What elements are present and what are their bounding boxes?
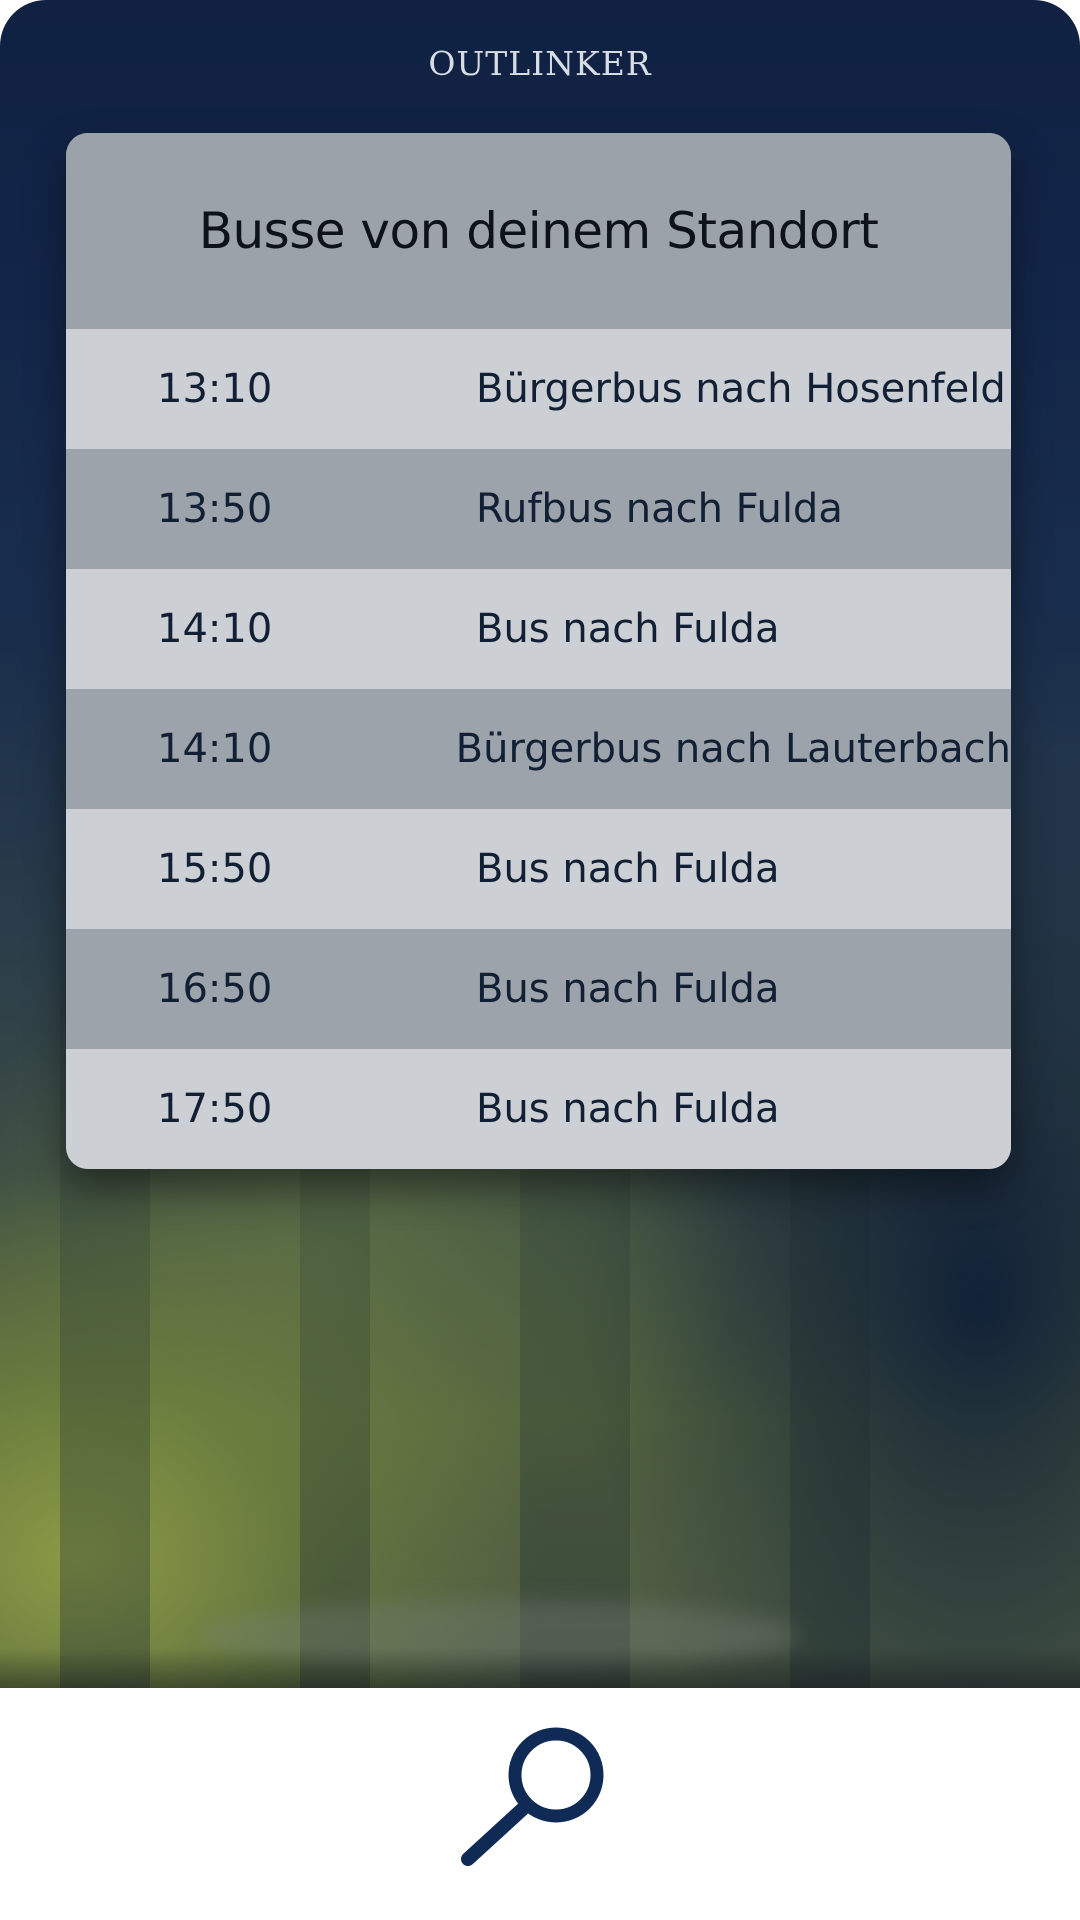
search-icon [461,1727,604,1866]
departure-destination: Bürgerbus nach Lauterbach [455,726,1011,772]
departure-row[interactable]: 15:50 Bus nach Fulda [66,809,1011,929]
departure-row[interactable]: 14:10 Bus nach Fulda [66,569,1011,689]
departure-row[interactable]: 17:50 Bus nach Fulda [66,1049,1011,1169]
departure-time: 13:50 [157,486,273,532]
departure-row[interactable]: 13:10 Bürgerbus nach Hosenfeld [66,329,1011,449]
schedule-header: Busse von deinem Standort [66,133,1011,329]
departure-time: 17:50 [157,1086,273,1132]
schedule-title: Busse von deinem Standort [198,202,879,260]
search-button[interactable] [454,1715,624,1885]
departure-time: 16:50 [157,966,273,1012]
departure-time: 14:10 [157,606,273,652]
departure-destination: Bus nach Fulda [476,1086,780,1132]
bus-schedule-card: Busse von deinem Standort 13:10 Bürgerbu… [66,133,1011,1169]
app-title: OUTLINKER [428,44,652,83]
departure-row[interactable]: 14:10 Bürgerbus nach Lauterbach [66,689,1011,809]
departure-time: 13:10 [157,366,273,412]
departure-row[interactable]: 16:50 Bus nach Fulda [66,929,1011,1049]
departure-row[interactable]: 13:50 Rufbus nach Fulda [66,449,1011,569]
departure-destination: Bus nach Fulda [476,966,780,1012]
departure-time: 14:10 [157,726,273,772]
departure-time: 15:50 [157,846,273,892]
departure-destination: Bürgerbus nach Hosenfeld [476,366,1006,412]
app-screen: OUTLINKER Busse von deinem Standort 13:1… [0,0,1080,1920]
departure-destination: Rufbus nach Fulda [476,486,843,532]
departure-destination: Bus nach Fulda [476,846,780,892]
departure-destination: Bus nach Fulda [476,606,780,652]
